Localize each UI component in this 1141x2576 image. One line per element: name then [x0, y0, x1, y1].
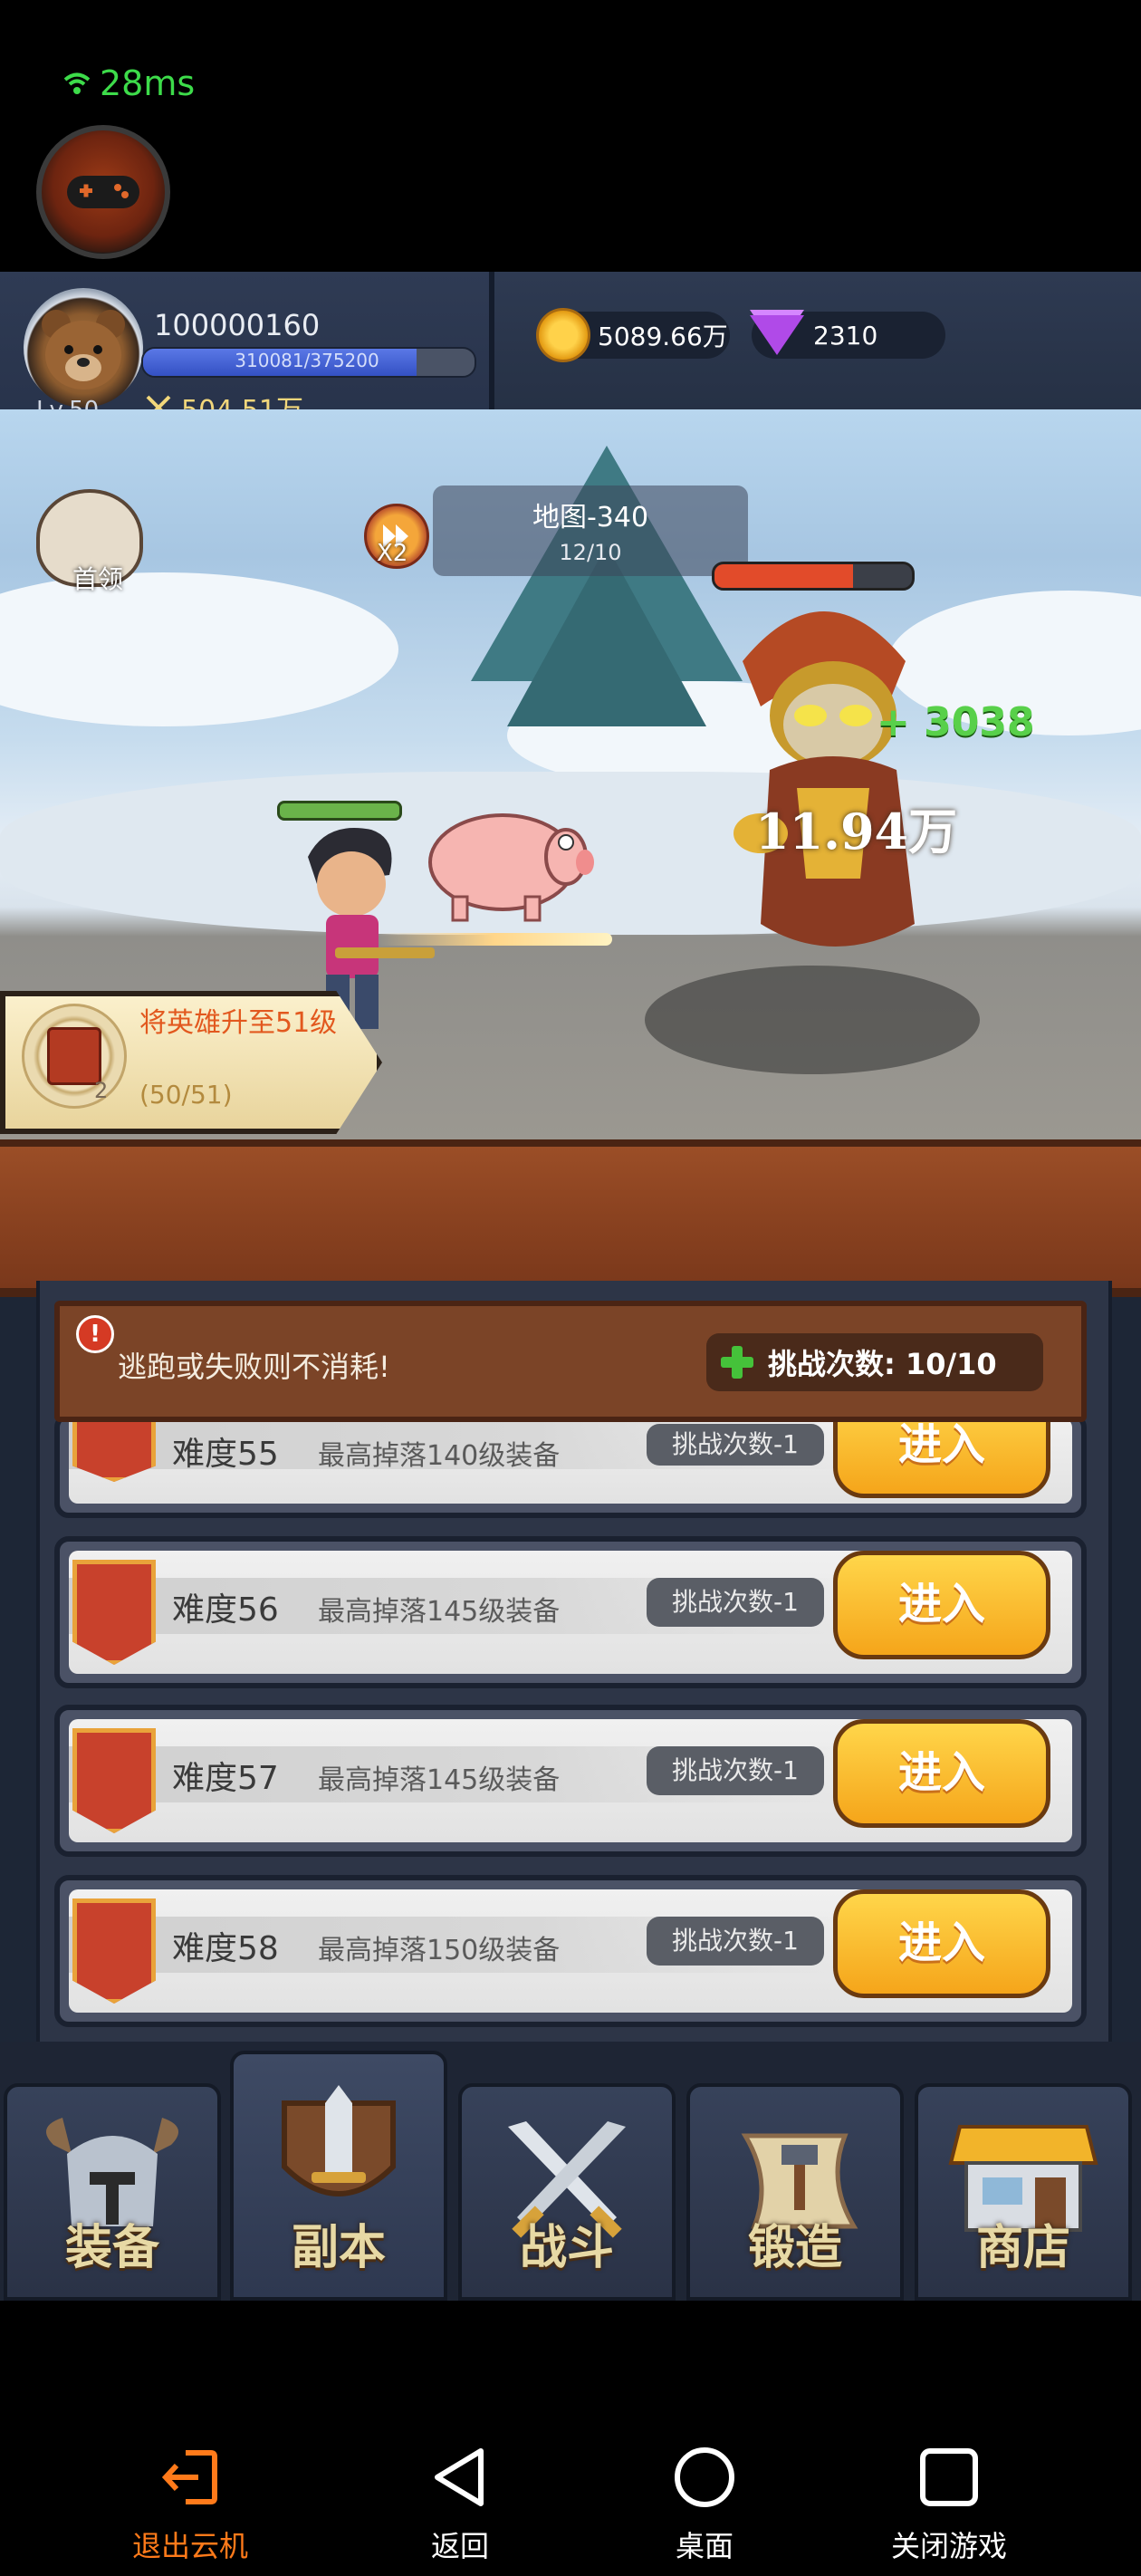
drop-info: 最高掉落145级装备 [318, 1596, 561, 1628]
cost-badge: 挑战次数-1 [647, 1578, 824, 1627]
enter-button[interactable]: 进入 [833, 1551, 1050, 1659]
exit-label: 退出云机 [131, 2529, 248, 2563]
boss-monkey-king [734, 611, 915, 947]
nav-label: 装备 [64, 2221, 159, 2275]
enter-button[interactable]: 进入 [833, 1889, 1050, 1998]
pig-pet [428, 813, 594, 922]
quest-badge-count: 2 [94, 1078, 109, 1103]
gem-icon [750, 315, 804, 355]
alert-icon: ! [76, 1315, 114, 1353]
cost-badge: 挑战次数-1 [647, 1917, 824, 1966]
map-progress: 12/10 [559, 540, 622, 565]
nav-label: 锻造 [747, 2221, 842, 2275]
nav-equipment[interactable]: 装备 [4, 2083, 221, 2301]
nav-dungeon[interactable]: 副本 [230, 2051, 447, 2301]
nav-label: 战斗 [519, 2221, 614, 2275]
challenge-tries[interactable]: 挑战次数: 10/10 [706, 1333, 1043, 1391]
dungeon-row: 难度56 最高掉落145级装备 挑战次数-1 进入 [54, 1536, 1087, 1688]
close-game-button[interactable]: 关闭游戏 [849, 2446, 1049, 2565]
nav-shop[interactable]: 商店 [915, 2083, 1132, 2301]
exit-cloud-button[interactable]: 退出云机 [91, 2446, 290, 2565]
quest-progress: (50/51) [139, 1080, 233, 1110]
map-info: 地图-340 12/10 [433, 485, 748, 576]
gold-counter[interactable]: 5089.66万 [536, 308, 730, 362]
exit-icon [161, 2450, 217, 2504]
sword-shield-icon [282, 2085, 396, 2196]
boss-shadow [645, 966, 980, 1074]
close-square-icon [920, 2448, 978, 2506]
xp-text: 310081/375200 [235, 350, 379, 371]
player-id: 100000160 [154, 308, 321, 342]
back-triangle-icon [435, 2448, 484, 2506]
home-label: 桌面 [675, 2529, 734, 2563]
enter-button[interactable]: 进入 [833, 1719, 1050, 1828]
nav-label: 商店 [975, 2221, 1070, 2275]
dungeon-row: 难度55 最高掉落140级装备 挑战次数-1 进入 [54, 1391, 1087, 1518]
nav-label: 副本 [291, 2221, 386, 2275]
spellbook-icon [47, 1027, 101, 1085]
wood-divider [0, 1139, 1141, 1297]
close-label: 关闭游戏 [890, 2529, 1007, 2563]
home-circle-icon [675, 2447, 734, 2507]
nav-battle[interactable]: 战斗 [458, 2083, 676, 2301]
gem-value: 2310 [813, 320, 878, 351]
gem-counter[interactable]: 2310 [750, 312, 945, 359]
difficulty-label: 难度56 [172, 1591, 279, 1629]
dungeon-row: 难度58 最高掉落150级装备 挑战次数-1 进入 [54, 1875, 1087, 2027]
dungeon-row: 难度57 最高掉落145级装备 挑战次数-1 进入 [54, 1705, 1087, 1857]
quest-title: 将英雄升至51级 [139, 1007, 338, 1039]
wifi-icon [63, 72, 91, 94]
difficulty-label: 难度55 [172, 1436, 279, 1473]
gamepad-button[interactable] [36, 125, 170, 259]
map-title: 地图-340 [532, 502, 649, 533]
gold-value: 5089.66万 [598, 322, 728, 351]
heal-popup: + 3038 [877, 699, 1035, 745]
hero-hp-bar [277, 801, 402, 821]
drop-info: 最高掉落140级装备 [318, 1440, 561, 1472]
bear-face-icon [42, 310, 125, 389]
gamepad-icon [67, 176, 139, 208]
speed-label: X2 [377, 540, 408, 567]
cost-badge: 挑战次数-1 [647, 1746, 824, 1795]
network-ping: 28ms [63, 63, 195, 103]
gold-coin-icon [536, 308, 590, 362]
back-button[interactable]: 返回 [360, 2446, 560, 2565]
nav-forge[interactable]: 锻造 [686, 2083, 904, 2301]
tries-text: 挑战次数: 10/10 [768, 1347, 997, 1381]
drop-info: 最高掉落145级装备 [318, 1764, 561, 1796]
difficulty-label: 难度58 [172, 1930, 279, 1967]
player-avatar[interactable] [24, 288, 143, 408]
home-button[interactable]: 桌面 [605, 2446, 804, 2565]
plus-icon[interactable] [721, 1346, 753, 1379]
back-label: 返回 [430, 2529, 489, 2563]
damage-popup: 11.94万 [755, 803, 958, 860]
notice-text: 逃跑或失败则不消耗! [118, 1350, 390, 1384]
difficulty-label: 难度57 [172, 1760, 279, 1797]
drop-info: 最高掉落150级装备 [318, 1935, 561, 1966]
ping-value: 28ms [100, 63, 196, 103]
cost-badge: 挑战次数-1 [647, 1424, 824, 1466]
boss-label: 首领 [72, 564, 124, 594]
